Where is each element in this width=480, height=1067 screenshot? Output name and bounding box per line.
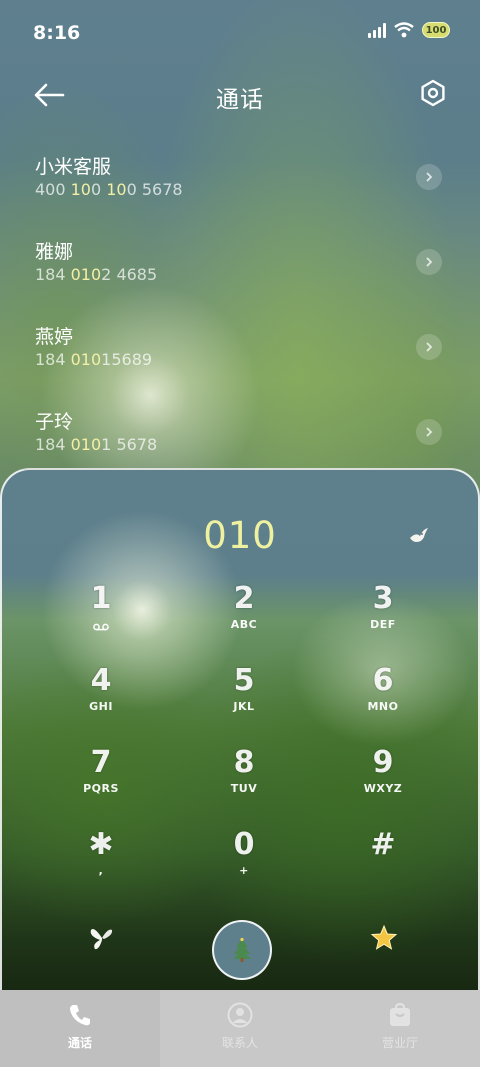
contact-number: 184 01015689 <box>35 350 153 369</box>
contact-item[interactable]: 小米客服 400 100 100 5678 <box>0 140 480 225</box>
store-bag-icon <box>390 1002 410 1026</box>
tree-icon <box>233 937 251 962</box>
page-title: 通话 <box>216 87 264 113</box>
key-0[interactable]: 0 + <box>189 828 299 900</box>
key-3[interactable]: 3 DEF <box>328 582 438 654</box>
status-icons: 100 <box>368 22 450 38</box>
contact-name: 雅娜 <box>35 241 74 263</box>
contact-item[interactable]: 雅娜 184 0102 4685 <box>0 225 480 310</box>
dove-delete-icon[interactable] <box>408 526 430 546</box>
nav-store-label: 营业厅 <box>381 1036 418 1050</box>
dialer-panel: 010 1 2 ABC 3 DEF 4 GHI 5 JKL 6 MNO 7 PQ… <box>0 468 480 990</box>
key-4[interactable]: 4 GHI <box>46 664 156 736</box>
key-hash[interactable]: # <box>328 828 438 900</box>
chevron-right-icon[interactable] <box>416 419 442 445</box>
call-button[interactable] <box>212 920 272 980</box>
contact-name: 子玲 <box>35 411 74 433</box>
status-time: 8:16 <box>33 22 81 44</box>
key-star[interactable]: ✱ , <box>46 828 156 900</box>
contact-icon <box>227 1002 253 1028</box>
butterfly-icon[interactable] <box>88 924 116 952</box>
key-6[interactable]: 6 MNO <box>328 664 438 736</box>
contact-item[interactable]: 燕婷 184 01015689 <box>0 310 480 395</box>
status-bar: 8:16 100 <box>0 0 480 68</box>
contact-number: 184 0101 5678 <box>35 435 158 454</box>
header: 通话 <box>0 68 480 122</box>
signal-icon <box>368 22 386 38</box>
contact-name: 小米客服 <box>35 156 112 178</box>
nav-contacts[interactable]: 联系人 <box>160 990 320 1067</box>
contact-suggestion-list: 小米客服 400 100 100 5678 雅娜 184 0102 4685 燕… <box>0 140 480 480</box>
settings-hexagon-icon[interactable] <box>418 78 448 108</box>
star-icon[interactable] <box>370 924 398 952</box>
key-2[interactable]: 2 ABC <box>189 582 299 654</box>
voicemail-icon <box>93 623 109 631</box>
nav-calls[interactable]: 通话 <box>0 990 160 1067</box>
bottom-nav: 通话 联系人 营业厅 <box>0 990 480 1067</box>
key-7[interactable]: 7 PQRS <box>46 746 156 818</box>
key-5[interactable]: 5 JKL <box>189 664 299 736</box>
key-1[interactable]: 1 <box>46 582 156 654</box>
key-8[interactable]: 8 TUV <box>189 746 299 818</box>
nav-contacts-label: 联系人 <box>221 1036 258 1050</box>
contact-number: 184 0102 4685 <box>35 265 158 284</box>
contact-name: 燕婷 <box>35 326 74 348</box>
nav-store[interactable]: 营业厅 <box>320 990 480 1067</box>
wifi-icon <box>394 22 414 38</box>
chevron-right-icon[interactable] <box>416 164 442 190</box>
nav-calls-label: 通话 <box>67 1036 92 1050</box>
phone-icon <box>70 1005 90 1026</box>
battery-icon: 100 <box>422 22 450 38</box>
dialed-number[interactable]: 010 <box>2 514 478 557</box>
contact-number: 400 100 100 5678 <box>35 180 183 199</box>
chevron-right-icon[interactable] <box>416 334 442 360</box>
key-9[interactable]: 9 WXYZ <box>328 746 438 818</box>
chevron-right-icon[interactable] <box>416 249 442 275</box>
dialer-action-row <box>2 920 478 980</box>
